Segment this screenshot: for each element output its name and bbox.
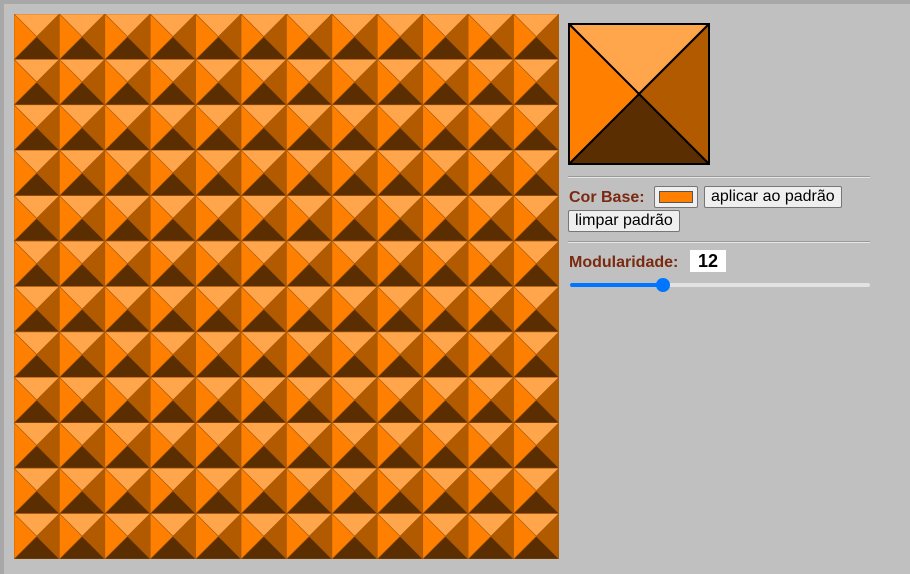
slider-thumb[interactable]	[656, 278, 670, 292]
base-color-label: Cor Base:	[569, 189, 645, 206]
slider-fill	[570, 283, 663, 287]
divider	[568, 241, 870, 243]
modularity-slider[interactable]	[570, 278, 870, 292]
modularity-label: Modularidade:	[569, 254, 679, 271]
app-frame: Cor Base: aplicar ao padrão limpar padrã…	[0, 0, 910, 574]
clear-pattern-button[interactable]: limpar padrão	[568, 210, 680, 232]
divider	[568, 176, 870, 178]
pattern-canvas[interactable]	[14, 14, 559, 559]
base-color-picker[interactable]	[654, 186, 698, 208]
apply-pattern-button[interactable]: aplicar ao padrão	[704, 186, 842, 208]
modularity-value: 12	[690, 250, 726, 272]
base-color-swatch	[659, 191, 693, 203]
module-preview	[568, 23, 710, 165]
